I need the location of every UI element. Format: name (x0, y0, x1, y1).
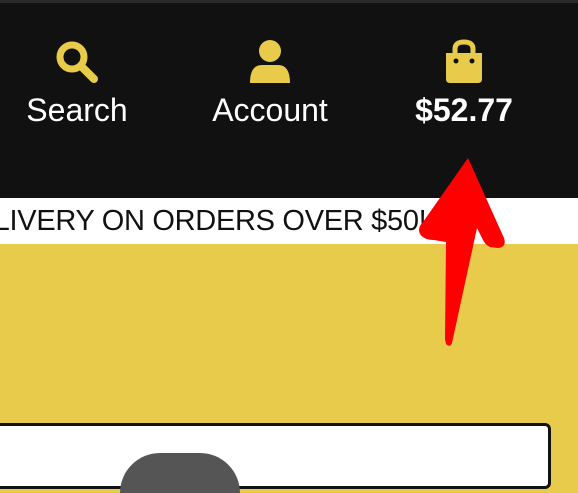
content-card (0, 423, 551, 489)
promo-text: DELIVERY ON ORDERS OVER $50! (0, 205, 427, 237)
user-icon (250, 40, 290, 83)
header-top-edge (0, 0, 578, 3)
card-image (120, 453, 240, 493)
shopping-bag-icon (446, 39, 482, 83)
account-label: Account (212, 92, 328, 128)
search-button[interactable]: Search (0, 38, 167, 128)
cart-button[interactable]: $52.77 (374, 38, 554, 128)
search-label: Search (26, 92, 128, 128)
cart-total: $52.77 (415, 92, 513, 128)
site-header: Search Account $52.77 (0, 0, 578, 198)
promo-banner: DELIVERY ON ORDERS OVER $50! (0, 198, 578, 244)
account-button[interactable]: Account (180, 38, 360, 128)
search-icon (56, 41, 98, 83)
